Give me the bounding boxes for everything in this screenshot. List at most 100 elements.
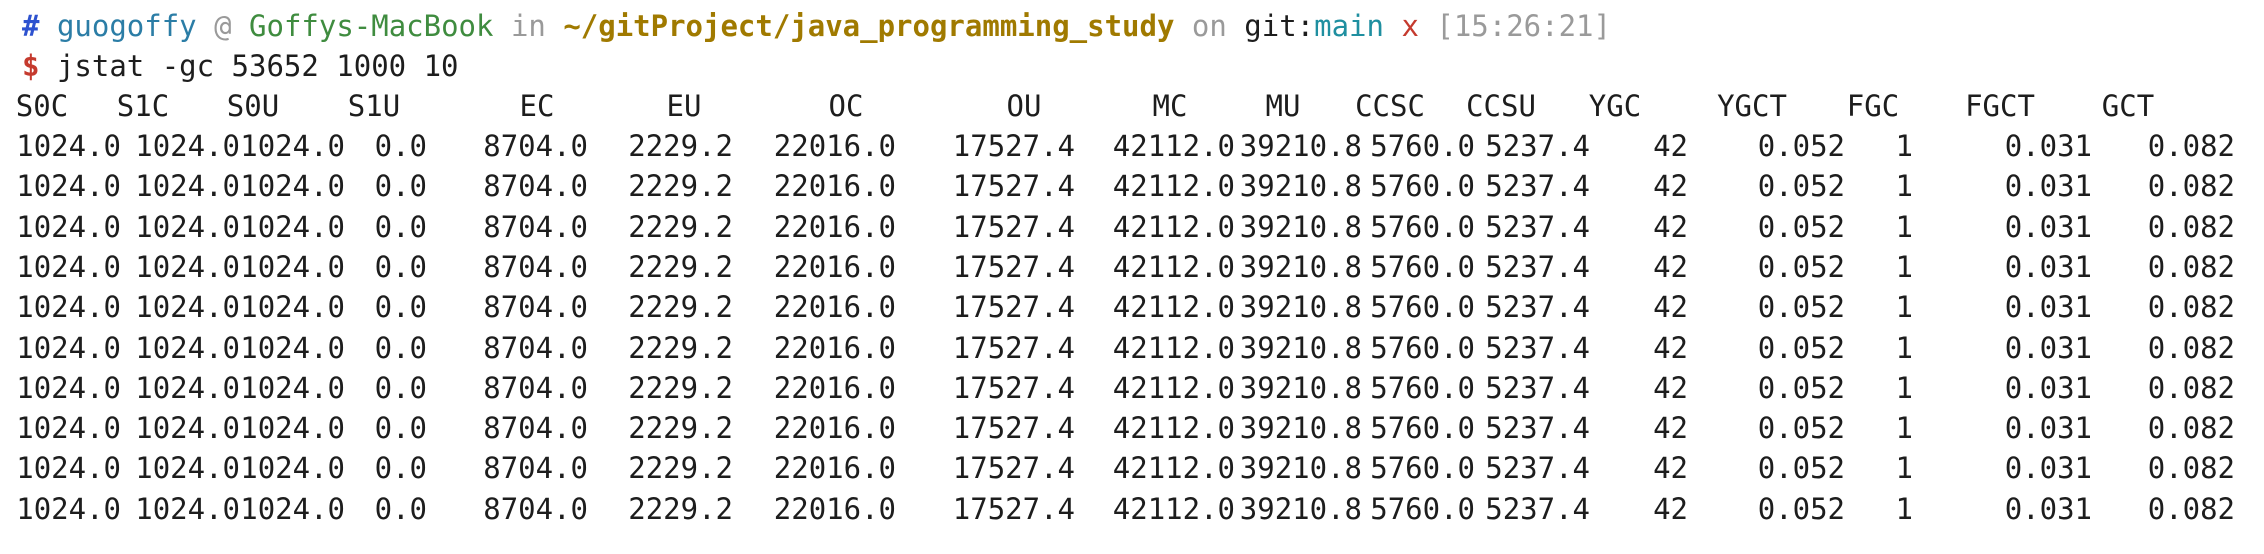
prompt-branch: main [1314,9,1384,43]
table-cell: 2229.2 [628,290,733,325]
table-cell: 0.031 [2004,209,2092,244]
prompt-in: in [510,9,546,43]
table-cell: 0.031 [2004,169,2092,204]
prompt-dirty-marker: x [1401,9,1419,43]
table-cell: 17527.4 [952,451,1075,486]
table-cell: 22016.0 [773,491,896,526]
prompt-line: # guogoffy @ Goffys-MacBook in ~/gitProj… [22,6,1611,46]
terminal-window[interactable]: # guogoffy @ Goffys-MacBook in ~/gitProj… [0,0,2264,554]
table-cell: 22016.0 [773,209,896,244]
table-cell: 0.0 [374,249,427,284]
prompt-dollar: $ [22,49,40,83]
table-cell: 0.0 [374,129,427,163]
table-cell: 1 [1895,451,1913,486]
table-cell: 0.031 [2004,451,2092,486]
table-cell: 0.0 [374,209,427,244]
column-header: EU [666,89,702,123]
table-cell: 22016.0 [773,370,896,405]
table-cell: 2229.2 [628,129,733,163]
table-cell: 0.082 [2147,330,2235,365]
prompt-user: guogoffy [56,9,197,43]
table-cell: 42 [1653,370,1688,405]
prompt-path: ~/gitProject/java_programming_study [563,9,1175,43]
table-cell: 1 [1895,330,1913,365]
table-cell: 8704.0 [483,169,588,204]
table-cell: 0.082 [2147,169,2235,204]
column-header: OU [1006,89,1042,123]
table-cell: 0.031 [2004,249,2092,284]
table-cell: 2229.2 [628,370,733,405]
table-cell: 17527.4 [952,129,1075,163]
table-cell: 22016.0 [773,169,896,204]
table-cell: 17527.4 [952,370,1075,405]
table-cell: 1 [1895,411,1913,446]
table-cell: 42 [1653,249,1688,284]
table-cell: 0.0 [374,290,427,325]
table-cell: 8704.0 [483,491,588,526]
column-header: EC [519,89,555,123]
column-header: YGC [1588,89,1642,123]
table-cell: 0.031 [2004,411,2092,446]
table-cell: 0.031 [2004,370,2092,405]
table-cell: 22016.0 [773,411,896,446]
table-cell: 0.0 [374,411,427,446]
table-cell: 22016.0 [773,129,896,163]
table-cell: 0.0 [374,491,427,526]
column-header: OC [828,89,864,123]
prompt-at: @ [214,9,232,43]
table-cell: 8704.0 [483,411,588,446]
table-cell: 2229.2 [628,451,733,486]
table-cell: 17527.4 [952,330,1075,365]
table-cell: 1 [1895,290,1913,325]
table-cell: 17527.4 [952,411,1075,446]
table-cell: 17527.4 [952,169,1075,204]
table-cell: 1 [1895,370,1913,405]
table-cell: 8704.0 [483,451,588,486]
command-line[interactable]: $ jstat -gc 53652 1000 10 [22,46,459,86]
table-cell: 8704.0 [483,209,588,244]
table-cell: 22016.0 [773,290,896,325]
table-cell: 1 [1895,491,1913,526]
table-cell: 17527.4 [952,249,1075,284]
table-cell: 0.0 [374,330,427,365]
table-cell: 0.0 [374,451,427,486]
table-cell: 1 [1895,249,1913,284]
table-cell: 8704.0 [483,129,588,163]
table-cell: 1 [1895,209,1913,244]
table-cell: 1 [1895,129,1913,163]
table-cell: 42 [1653,169,1688,204]
table-cell: 17527.4 [952,209,1075,244]
table-cell: 0.031 [2004,330,2092,365]
prompt-git-label: git: [1244,9,1315,43]
table-cell: 0.082 [2147,491,2235,526]
table-cell: 0.0 [374,370,427,405]
prompt-on: on [1191,9,1227,43]
prompt-time: [15:26:21] [1436,9,1611,43]
table-cell: 22016.0 [773,249,896,284]
table-cell: 0.082 [2147,129,2235,163]
column-header: GCT [2101,89,2155,123]
table-cell: 42 [1653,451,1688,486]
table-cell: 22016.0 [773,330,896,365]
table-cell: 1 [1895,169,1913,204]
table-cell: 0.082 [2147,370,2235,405]
table-cell: 22016.0 [773,451,896,486]
prompt-host: Goffys-MacBook [249,9,494,43]
table-cell: 2229.2 [628,330,733,365]
prompt-hash: # [22,9,40,43]
table-cell: 17527.4 [952,290,1075,325]
table-cell: 42 [1653,491,1688,526]
table-cell: 8704.0 [483,290,588,325]
table-cell: 2229.2 [628,411,733,446]
table-cell: 0.082 [2147,249,2235,284]
table-cell: 2229.2 [628,209,733,244]
table-cell: 8704.0 [483,370,588,405]
table-cell: 0.082 [2147,411,2235,446]
table-cell: 0.082 [2147,451,2235,486]
table-cell: 2229.2 [628,169,733,204]
table-cell: 0.031 [2004,129,2092,163]
table-cell: 2229.2 [628,491,733,526]
table-cell: 2229.2 [628,249,733,284]
table-cell: 42 [1653,129,1688,163]
table-cell: 17527.4 [952,491,1075,526]
